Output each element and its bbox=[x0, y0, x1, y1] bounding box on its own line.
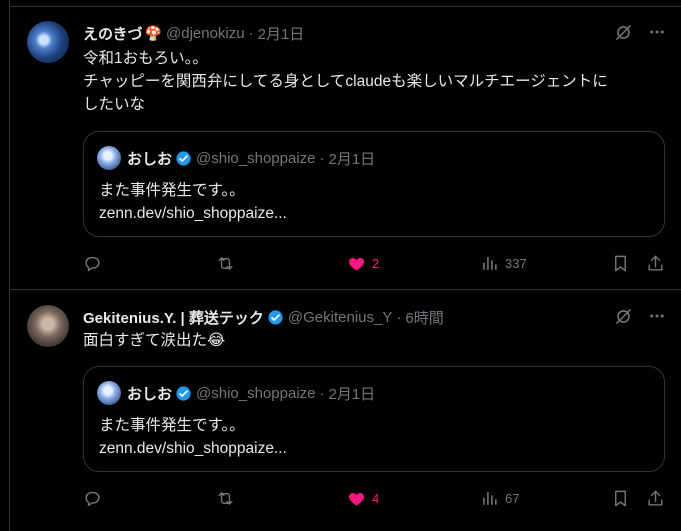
tweet[interactable]: えのきづ 🍄 @djenokizu · 2月1日 令和1おもろい。。 チャッピー… bbox=[10, 7, 681, 290]
quote-author-handle: @shio_shoppaize bbox=[196, 384, 316, 402]
reply-icon bbox=[85, 491, 100, 506]
avatar[interactable] bbox=[27, 21, 69, 63]
separator: · bbox=[319, 384, 325, 402]
share-icon bbox=[648, 490, 663, 506]
quote-avatar bbox=[97, 146, 121, 170]
tweet[interactable]: Gekitenius.Y. | 葬送テック @Gekitenius_Y · 6時… bbox=[10, 291, 681, 531]
reply-button[interactable] bbox=[83, 489, 108, 508]
timeline: えのきづ 🍄 @djenokizu · 2月1日 令和1おもろい。。 チャッピー… bbox=[9, 0, 681, 531]
share-button[interactable] bbox=[646, 489, 665, 508]
separator: · bbox=[396, 308, 402, 326]
tweet-header: えのきづ 🍄 @djenokizu · 2月1日 bbox=[83, 22, 304, 44]
bookmark-button[interactable] bbox=[611, 254, 630, 273]
quote-timestamp: 2月1日 bbox=[328, 150, 376, 168]
view-count: 67 bbox=[505, 490, 520, 506]
tweet-actions: 2 337 bbox=[83, 252, 673, 274]
verified-icon bbox=[176, 385, 191, 401]
views-button[interactable]: 337 bbox=[480, 254, 527, 273]
avatar[interactable] bbox=[27, 305, 69, 347]
retweet-icon bbox=[218, 491, 233, 505]
quote-text: また事件発生です。。 zenn.dev/shio_shoppaize... bbox=[99, 417, 287, 457]
quoted-tweet[interactable]: おしお @shio_shoppaize · 2月1日 また事件発生です。。 ze… bbox=[83, 366, 665, 472]
share-button[interactable] bbox=[646, 254, 665, 273]
like-button[interactable]: 2 bbox=[347, 254, 379, 273]
share-icon bbox=[648, 255, 663, 271]
timestamp[interactable]: 2月1日 bbox=[258, 23, 305, 44]
like-button[interactable]: 4 bbox=[347, 489, 379, 508]
grok-icon[interactable] bbox=[612, 21, 634, 43]
bookmark-icon bbox=[615, 255, 626, 271]
author-handle[interactable]: @djenokizu bbox=[166, 25, 245, 42]
like-count: 2 bbox=[372, 255, 380, 271]
tweet-text: 令和1おもろい。。 チャッピーを関西弁にしてる身としてclaudeも楽しいマルチ… bbox=[83, 50, 608, 113]
tweet-text: 面白すぎて涙出た😂 bbox=[83, 332, 226, 349]
reply-button[interactable] bbox=[83, 254, 108, 273]
reply-icon bbox=[85, 256, 100, 271]
bookmark-button[interactable] bbox=[611, 489, 630, 508]
author-handle[interactable]: @Gekitenius_Y bbox=[288, 309, 392, 326]
author-name[interactable]: えのきづ bbox=[83, 23, 143, 44]
more-icon[interactable] bbox=[646, 305, 668, 327]
more-icon[interactable] bbox=[646, 21, 668, 43]
tweet-header: Gekitenius.Y. | 葬送テック @Gekitenius_Y · 6時… bbox=[83, 306, 444, 328]
views-icon bbox=[483, 256, 497, 270]
heart-icon bbox=[348, 492, 365, 506]
view-count: 337 bbox=[505, 255, 527, 271]
bookmark-icon bbox=[615, 490, 626, 506]
quoted-tweet[interactable]: おしお @shio_shoppaize · 2月1日 また事件発生です。。 ze… bbox=[83, 131, 665, 237]
separator: · bbox=[319, 149, 325, 167]
quote-author-name: おしお bbox=[127, 385, 173, 403]
verified-icon bbox=[176, 150, 191, 166]
heart-icon bbox=[348, 257, 365, 271]
views-button[interactable]: 67 bbox=[480, 489, 519, 508]
separator: · bbox=[248, 24, 254, 42]
retweet-icon bbox=[218, 256, 233, 270]
views-icon bbox=[483, 491, 497, 505]
quote-timestamp: 2月1日 bbox=[328, 385, 376, 403]
quote-author-handle: @shio_shoppaize bbox=[196, 149, 316, 167]
tweet-actions: 4 67 bbox=[83, 487, 673, 509]
timestamp[interactable]: 6時間 bbox=[405, 307, 443, 328]
quote-avatar bbox=[97, 381, 121, 405]
quote-text: また事件発生です。。 zenn.dev/shio_shoppaize... bbox=[99, 182, 287, 222]
verified-icon bbox=[268, 309, 283, 325]
retweet-button[interactable] bbox=[216, 489, 241, 508]
author-name[interactable]: Gekitenius.Y. | 葬送テック bbox=[83, 307, 264, 328]
like-count: 4 bbox=[372, 490, 380, 506]
quote-author-name: おしお bbox=[127, 150, 173, 168]
retweet-button[interactable] bbox=[216, 254, 241, 273]
name-emoji: 🍄 bbox=[144, 24, 162, 41]
grok-icon[interactable] bbox=[612, 305, 634, 327]
